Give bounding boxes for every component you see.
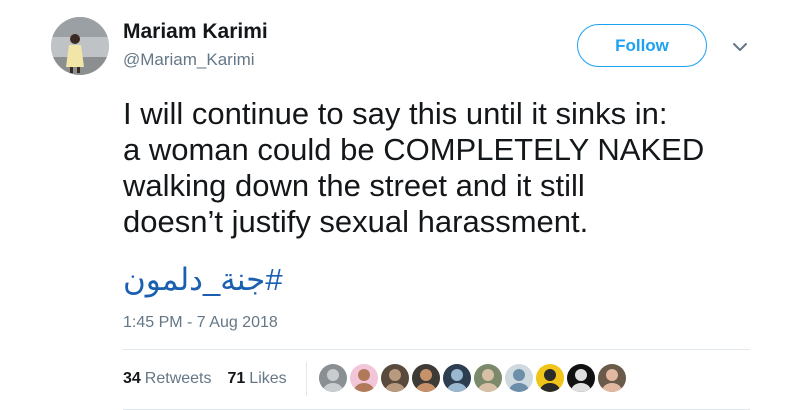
retweets-stat[interactable]: 34 Retweets bbox=[123, 370, 212, 388]
liker-avatar-1[interactable] bbox=[319, 364, 347, 392]
liker-avatar-10[interactable] bbox=[598, 364, 626, 392]
liker-avatar-7[interactable] bbox=[505, 364, 533, 392]
liker-avatars bbox=[319, 364, 629, 392]
likes-label: Likes bbox=[249, 370, 287, 387]
liker-avatar-8[interactable] bbox=[536, 364, 564, 392]
liker-avatar-2[interactable] bbox=[350, 364, 378, 392]
tweet-text: I will continue to say this until it sin… bbox=[123, 96, 773, 240]
chevron-down-icon[interactable] bbox=[731, 38, 749, 56]
divider bbox=[123, 349, 750, 350]
avatar[interactable] bbox=[51, 17, 109, 75]
tweet-text-line: I will continue to say this until it sin… bbox=[123, 96, 668, 131]
tweet-stats: 34 Retweets 71 Likes bbox=[123, 370, 303, 388]
tweet-card: Mariam Karimi @Mariam_Karimi Follow I wi… bbox=[0, 0, 800, 410]
tweet-text-line: a woman could be COMPLETELY NAKED bbox=[123, 132, 705, 167]
liker-avatar-5[interactable] bbox=[443, 364, 471, 392]
follow-button[interactable]: Follow bbox=[577, 24, 707, 67]
retweets-count: 34 bbox=[123, 370, 141, 387]
author-handle[interactable]: @Mariam_Karimi bbox=[123, 50, 255, 70]
liker-avatar-3[interactable] bbox=[381, 364, 409, 392]
liker-avatar-6[interactable] bbox=[474, 364, 502, 392]
liker-avatar-4[interactable] bbox=[412, 364, 440, 392]
liker-avatar-9[interactable] bbox=[567, 364, 595, 392]
avatar-image bbox=[51, 17, 109, 75]
likes-stat[interactable]: 71 Likes bbox=[228, 370, 287, 388]
author-display-name[interactable]: Mariam Karimi bbox=[123, 20, 268, 44]
hashtag-link[interactable]: #جنة_دلمون bbox=[123, 262, 283, 298]
retweets-label: Retweets bbox=[144, 370, 212, 387]
tweet-text-line: doesn’t justify sexual harassment. bbox=[123, 204, 589, 239]
tweet-timestamp[interactable]: 1:45 PM - 7 Aug 2018 bbox=[123, 314, 278, 332]
likes-count: 71 bbox=[227, 370, 246, 387]
tweet-text-line: walking down the street and it still bbox=[123, 168, 585, 203]
stats-separator bbox=[306, 362, 307, 396]
